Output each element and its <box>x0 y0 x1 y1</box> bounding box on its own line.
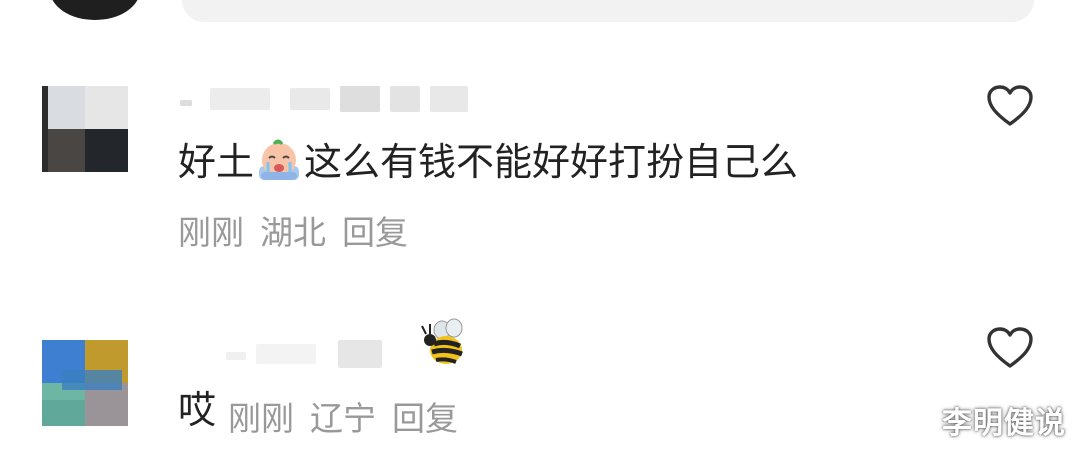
avatar[interactable] <box>50 0 140 20</box>
avatar[interactable] <box>42 340 128 426</box>
watermark: 李明健说 <box>942 406 1066 441</box>
like-heart-icon[interactable] <box>986 84 1034 128</box>
comment-time: 刚刚 <box>228 399 294 438</box>
avatar[interactable] <box>42 86 128 172</box>
reply-button[interactable]: 回复 <box>342 213 408 252</box>
comment-bubble <box>182 0 1034 22</box>
username-blurred[interactable] <box>180 86 480 112</box>
username-blurred[interactable] <box>226 340 396 368</box>
comment-text-part: 这么有钱不能好好打扮自己么 <box>304 140 799 184</box>
reply-button[interactable]: 回复 <box>392 399 458 438</box>
crying-baby-emoji-icon <box>256 138 302 184</box>
comment-text-part: 好土 <box>178 140 255 184</box>
bee-icon <box>418 318 470 370</box>
comment-location: 湖北 <box>260 213 326 252</box>
comment-time: 刚刚 <box>178 213 244 252</box>
comment-meta: 刚刚 辽宁 回复 <box>228 392 474 440</box>
comment-thread: 好土 这么有钱不能好好打扮自己么 刚刚 湖北 回复 哎 刚刚 辽宁 回复 李明健… <box>0 0 1080 460</box>
comment-location: 辽宁 <box>310 399 376 438</box>
like-heart-icon[interactable] <box>986 326 1034 370</box>
comment-text: 好土 这么有钱不能好好打扮自己么 <box>178 138 799 188</box>
comment-text: 哎 <box>178 388 217 432</box>
comment-meta: 刚刚 湖北 回复 <box>178 206 424 254</box>
